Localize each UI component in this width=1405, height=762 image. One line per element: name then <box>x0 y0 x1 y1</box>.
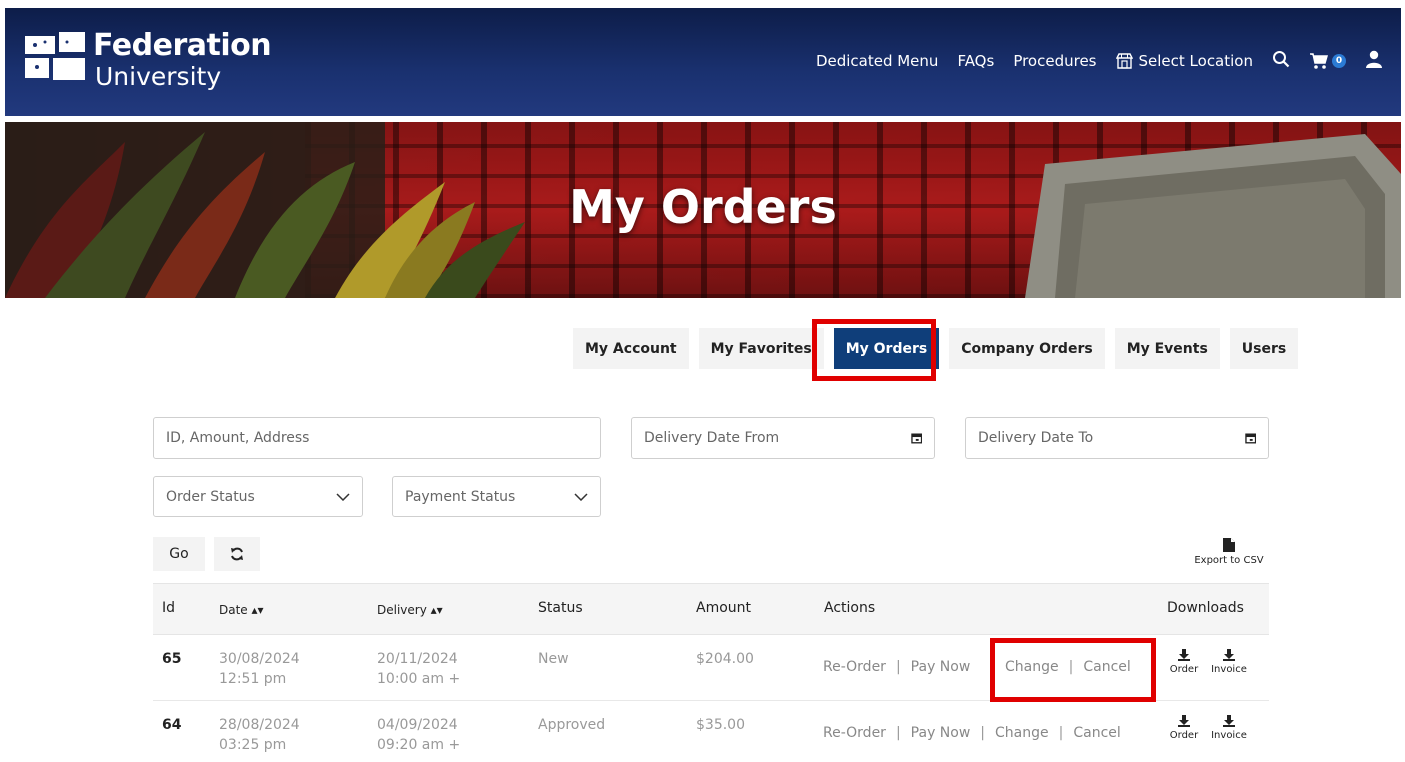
cart-count-badge: 0 <box>1332 54 1346 68</box>
calendar-icon[interactable] <box>910 432 923 444</box>
change-link[interactable]: Change <box>995 725 1049 741</box>
go-button[interactable]: Go <box>153 537 205 571</box>
download-order-label: Order <box>1169 730 1199 741</box>
pay-now-link[interactable]: Pay Now <box>911 725 971 741</box>
column-downloads: Downloads <box>1167 600 1244 616</box>
download-icon <box>1178 715 1190 727</box>
store-icon <box>1115 53 1133 69</box>
sort-icon: ▴▾ <box>430 603 443 617</box>
order-status-select[interactable]: Order Status <box>153 476 363 517</box>
logo-flag-icon <box>25 32 85 80</box>
order-time-value: 12:51 pm <box>219 671 287 687</box>
delivery-date-from-input[interactable] <box>644 430 911 446</box>
order-id: 64 <box>162 717 182 733</box>
action-separator: | <box>1058 725 1064 741</box>
nav-dedicated-menu[interactable]: Dedicated Menu <box>816 52 939 70</box>
row-actions: Re-Order | Pay Now | Change | Cancel <box>823 725 1121 741</box>
nav-procedures[interactable]: Procedures <box>1013 52 1096 70</box>
logo-text-federation: Federation <box>93 28 272 63</box>
download-invoice-button[interactable]: Invoice <box>1209 649 1249 675</box>
order-date: 28/08/2024 03:25 pm <box>219 715 300 755</box>
column-id: Id <box>162 600 176 616</box>
payment-status-label: Payment Status <box>405 488 516 505</box>
download-icon <box>1223 649 1235 661</box>
chevron-down-icon <box>574 492 588 501</box>
export-csv-label: Export to CSV <box>1194 555 1264 566</box>
highlight-change-cancel <box>990 638 1156 702</box>
column-status: Status <box>538 600 583 616</box>
download-invoice-label: Invoice <box>1211 664 1247 675</box>
delivery-date: 20/11/2024 10:00 am + <box>377 649 460 689</box>
nav-select-location[interactable]: Select Location <box>1115 52 1254 70</box>
nav-faqs[interactable]: FAQs <box>957 52 994 70</box>
tab-my-favorites[interactable]: My Favorites <box>698 328 824 369</box>
order-id: 65 <box>162 651 182 667</box>
column-date[interactable]: Date ▴▾ <box>219 603 264 617</box>
download-icon <box>1223 715 1235 727</box>
site-header: Federation University Dedicated Menu FAQ… <box>5 8 1401 116</box>
download-order-label: Order <box>1169 664 1199 675</box>
order-amount: $204.00 <box>696 651 754 667</box>
table-header: Id Date ▴▾ Delivery ▴▾ Status Amount Act… <box>153 583 1269 635</box>
delivery-time-value: 10:00 am + <box>377 671 461 687</box>
download-order-button[interactable]: Order <box>1164 715 1204 741</box>
hero-banner: My Orders <box>5 122 1401 298</box>
action-separator: | <box>895 725 901 741</box>
search-field[interactable] <box>153 417 601 459</box>
delivery-date-to-field[interactable] <box>965 417 1269 459</box>
action-separator: | <box>895 659 901 675</box>
cart-button[interactable]: 0 <box>1309 52 1346 70</box>
delivery-date: 04/09/2024 09:20 am + <box>377 715 460 755</box>
tab-my-account[interactable]: My Account <box>573 328 689 369</box>
delivery-time-value: 09:20 am + <box>377 737 461 753</box>
download-invoice-label: Invoice <box>1211 730 1247 741</box>
delivery-date-value: 04/09/2024 <box>377 717 458 733</box>
file-icon <box>1223 538 1235 552</box>
search-icon[interactable] <box>1272 50 1290 72</box>
refresh-button[interactable] <box>214 537 260 571</box>
refresh-icon <box>231 547 243 561</box>
order-date: 30/08/2024 12:51 pm <box>219 649 300 689</box>
download-icon <box>1178 649 1190 661</box>
select-location-label: Select Location <box>1138 52 1254 70</box>
page-title: My Orders <box>569 180 837 234</box>
tab-company-orders[interactable]: Company Orders <box>949 328 1105 369</box>
table-row: 64 28/08/2024 03:25 pm 04/09/2024 09:20 am… <box>153 701 1269 762</box>
export-csv-button[interactable]: Export to CSV <box>1186 538 1272 566</box>
reorder-link[interactable]: Re-Order <box>823 659 886 675</box>
calendar-icon[interactable] <box>1244 432 1257 444</box>
cart-icon <box>1310 53 1328 69</box>
delivery-date-value: 20/11/2024 <box>377 651 458 667</box>
top-navigation: Dedicated Menu FAQs Procedures Select Lo… <box>816 50 1383 72</box>
order-status: New <box>538 651 569 667</box>
order-time-value: 03:25 pm <box>219 737 287 753</box>
delivery-date-from-field[interactable] <box>631 417 935 459</box>
download-order-button[interactable]: Order <box>1164 649 1204 675</box>
tab-users[interactable]: Users <box>1229 328 1299 369</box>
chevron-down-icon <box>336 492 350 501</box>
order-status-label: Order Status <box>166 488 255 505</box>
payment-status-select[interactable]: Payment Status <box>392 476 601 517</box>
pay-now-link[interactable]: Pay Now <box>911 659 971 675</box>
column-delivery-label: Delivery <box>377 603 427 617</box>
order-status: Approved <box>538 717 606 733</box>
user-account-icon[interactable] <box>1365 50 1383 72</box>
column-actions: Actions <box>824 600 876 616</box>
cancel-link[interactable]: Cancel <box>1073 725 1120 741</box>
order-date-value: 30/08/2024 <box>219 651 300 667</box>
tab-my-events[interactable]: My Events <box>1114 328 1220 369</box>
order-amount: $35.00 <box>696 717 745 733</box>
highlight-my-orders-tab <box>812 319 936 381</box>
logo-text-university: University <box>95 62 222 91</box>
action-separator: | <box>980 725 986 741</box>
delivery-date-to-input[interactable] <box>978 430 1245 446</box>
column-delivery[interactable]: Delivery ▴▾ <box>377 603 443 617</box>
sort-icon: ▴▾ <box>251 603 264 617</box>
column-date-label: Date <box>219 603 248 617</box>
download-invoice-button[interactable]: Invoice <box>1209 715 1249 741</box>
search-input[interactable] <box>166 430 588 446</box>
column-amount: Amount <box>696 600 752 616</box>
reorder-link[interactable]: Re-Order <box>823 725 886 741</box>
order-date-value: 28/08/2024 <box>219 717 300 733</box>
